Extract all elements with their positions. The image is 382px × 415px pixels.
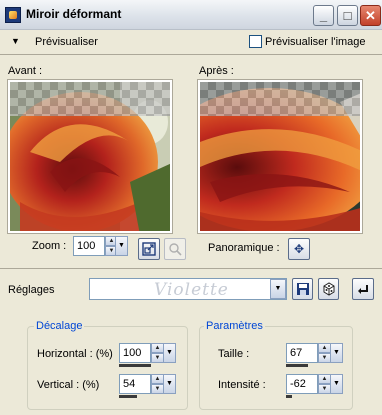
size-dropdown-button[interactable]: ▼ (330, 343, 343, 363)
parameters-group-title: Paramètres (204, 320, 265, 332)
offset-group (27, 326, 188, 410)
reset-button[interactable] (352, 278, 374, 300)
intensity-label: Intensité : (218, 379, 266, 391)
title-bar[interactable]: Miroir déformant _ □ ✕ (0, 0, 382, 30)
presets-label: Réglages (8, 284, 55, 296)
minimize-button[interactable]: _ (313, 5, 334, 26)
undo-arrow-icon (358, 285, 368, 294)
size-slider[interactable] (286, 364, 308, 367)
move-arrows-icon: ✥ (293, 242, 305, 256)
intensity-slider[interactable] (286, 395, 292, 398)
divider (0, 54, 382, 55)
horizontal-dropdown-button[interactable]: ▼ (163, 343, 176, 363)
zoom-label: Zoom : (32, 240, 67, 252)
collapse-arrow-icon[interactable]: ▼ (11, 36, 20, 46)
before-label: Avant : (8, 65, 43, 77)
divider (0, 268, 382, 269)
vertical-dropdown-button[interactable]: ▼ (163, 374, 176, 394)
after-preview (197, 79, 363, 234)
after-label: Après : (199, 65, 234, 77)
preview-image-checkbox[interactable] (249, 35, 262, 48)
close-button[interactable]: ✕ (360, 5, 381, 26)
randomize-button[interactable] (318, 278, 339, 300)
size-input[interactable]: 67 (286, 343, 318, 363)
preview-label: Prévisualiser (35, 36, 98, 48)
chevron-down-icon[interactable]: ▼ (270, 279, 286, 299)
save-preset-button[interactable] (292, 278, 313, 300)
zoom-dropdown-button[interactable]: ▼ (115, 236, 128, 256)
transparency-checker (200, 82, 360, 116)
before-preview[interactable] (7, 79, 173, 234)
floppy-disk-icon (296, 283, 309, 295)
vertical-slider[interactable] (119, 395, 137, 398)
parameters-group (199, 326, 353, 410)
preview-image-label: Prévisualiser l'image (265, 36, 366, 48)
size-label: Taille : (218, 348, 250, 360)
offset-group-title: Décalage (34, 320, 85, 332)
horizontal-slider[interactable] (119, 364, 151, 367)
transparency-checker (10, 82, 170, 116)
preset-value: Violette (154, 280, 229, 300)
horizontal-input[interactable]: 100 (119, 343, 151, 363)
zoom-input[interactable]: 100 (73, 236, 105, 256)
zoom-fit-button[interactable] (138, 238, 160, 260)
magnifier-icon (169, 243, 182, 256)
horizontal-label: Horizontal : (%) (37, 348, 113, 360)
zoom-actual-size-button[interactable] (164, 238, 186, 260)
presets-dropdown[interactable]: Violette ▼ (89, 278, 287, 300)
intensity-dropdown-button[interactable]: ▼ (330, 374, 343, 394)
window-title: Miroir déformant (26, 7, 122, 21)
zoom-fit-icon (142, 242, 156, 256)
intensity-input[interactable]: -62 (286, 374, 318, 394)
app-icon (5, 7, 21, 23)
pan-label: Panoramique : (208, 242, 280, 254)
vertical-label: Vertical : (%) (37, 379, 100, 391)
vertical-input[interactable]: 54 (119, 374, 151, 394)
pan-button[interactable]: ✥ (288, 238, 310, 260)
maximize-button[interactable]: □ (337, 5, 358, 26)
dice-icon (323, 282, 334, 296)
